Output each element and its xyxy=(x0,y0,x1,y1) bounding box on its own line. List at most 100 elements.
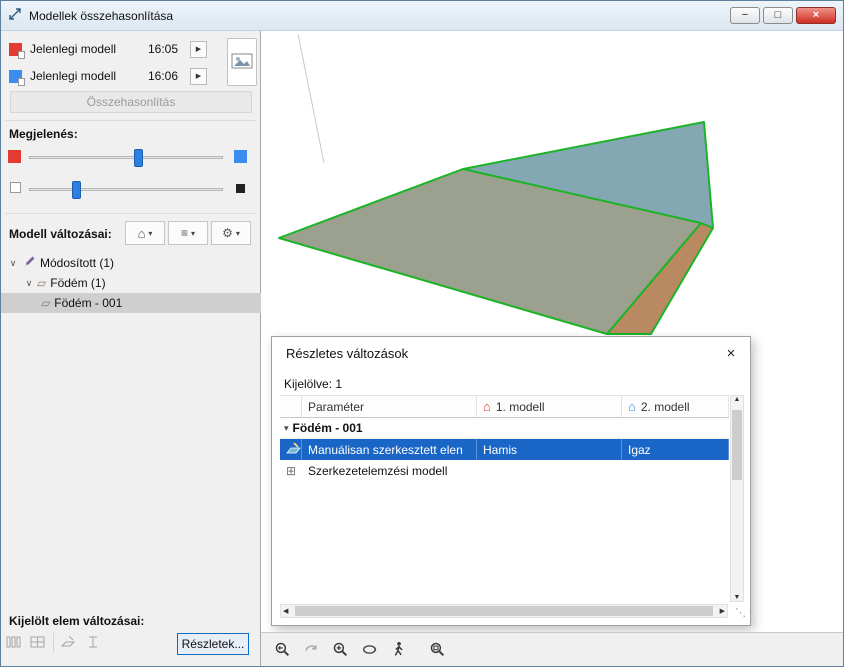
model2-name: Jelenlegi modell xyxy=(30,69,117,83)
slab-edit-icon xyxy=(286,441,301,458)
previous-zoom-button[interactable] xyxy=(269,637,295,663)
model2-cell: Igaz xyxy=(622,439,729,460)
expander-icon[interactable]: ∨ xyxy=(7,258,19,269)
solid-icon xyxy=(236,184,245,193)
play-icon: ▶ xyxy=(195,73,202,80)
3d-viewport[interactable]: Részletes változások × Kijelölve: 1 Para… xyxy=(261,31,843,666)
model1-time: 16:05 xyxy=(148,42,179,56)
tree-item-slab-001[interactable]: ▱ Födém - 001 xyxy=(1,293,261,313)
scroll-up-icon[interactable]: ▲ xyxy=(734,396,741,403)
table-icon[interactable] xyxy=(29,634,47,653)
changes-toolbar: ⌂ ▾ ≡ ▾ ⚙ ▾ xyxy=(125,221,251,245)
model2-color-icon xyxy=(9,69,25,86)
model-row-1[interactable]: Jelenlegi modell 16:05 ▶ xyxy=(1,36,207,62)
walk-button[interactable] xyxy=(385,637,411,663)
model2-cell xyxy=(622,460,729,481)
model-compare-window: Modellek összehasonlítása − □ × Jelenleg… xyxy=(0,0,844,667)
divider xyxy=(53,633,54,653)
color-balance-slider[interactable] xyxy=(29,149,223,167)
transparency-slider[interactable] xyxy=(29,181,223,199)
slab-edit-icon[interactable] xyxy=(60,634,78,653)
maximize-button[interactable]: □ xyxy=(763,7,793,24)
divider xyxy=(5,120,256,121)
model-row-2[interactable]: Jelenlegi modell 16:06 ▶ xyxy=(1,63,207,89)
blue-model-icon xyxy=(234,150,247,163)
header-model1[interactable]: ⌂ 1. modell xyxy=(477,396,622,417)
tree-label: Födém (1) xyxy=(50,276,106,290)
header-model2-label: 2. modell xyxy=(640,399,690,414)
detailed-changes-panel: Részletes változások × Kijelölve: 1 Para… xyxy=(271,336,751,626)
tree-label: Födém - 001 xyxy=(54,296,123,310)
fit-to-window-button[interactable] xyxy=(424,637,450,663)
horizontal-scroll-thumb[interactable] xyxy=(295,606,713,616)
selected-count: Kijelölve: 1 xyxy=(284,377,343,391)
vertical-scroll-thumb[interactable] xyxy=(732,410,742,480)
walk-person-icon xyxy=(394,641,403,656)
compare-button[interactable]: Összehasonlítás xyxy=(10,91,252,113)
group-row-slab-001[interactable]: ▾ Födém - 001 xyxy=(280,418,729,439)
color-balance-slider-row xyxy=(1,147,261,167)
sidebar: Jelenlegi modell 16:05 ▶ Jelenlegi model… xyxy=(1,31,261,666)
chevron-down-icon: ▾ xyxy=(148,228,153,238)
selected-element-label: Kijelölt elem változásai: xyxy=(9,614,145,628)
zoom-forward-icon xyxy=(304,645,316,651)
header-model2[interactable]: ⌂ 2. modell xyxy=(622,396,729,417)
blue-house-icon: ⌂ xyxy=(628,399,636,414)
collapse-icon[interactable]: ▾ xyxy=(284,423,289,434)
tree-item-slab-group[interactable]: ∨ ▱ Födém (1) xyxy=(1,273,261,293)
scroll-left-icon[interactable]: ◀ xyxy=(283,607,288,615)
table-row[interactable]: Manuálisan szerkesztett elen Hamis Igaz xyxy=(280,439,729,460)
zoom-in-icon xyxy=(333,642,347,657)
chevron-down-icon: ▾ xyxy=(235,228,240,238)
list-icon: ≡ xyxy=(180,226,188,240)
pencil-icon xyxy=(23,255,36,271)
element-changes-toolbar xyxy=(5,633,102,653)
param-cell: Manuálisan szerkesztett elen xyxy=(302,439,477,460)
row-icon-cell xyxy=(280,439,302,460)
divider xyxy=(5,213,256,214)
next-zoom-button[interactable] xyxy=(298,637,324,663)
horizontal-scrollbar[interactable]: ◀ ▶ xyxy=(280,604,728,618)
gear-icon: ⚙ xyxy=(222,226,233,240)
house-icon: ⌂ xyxy=(137,225,146,241)
transparent-icon xyxy=(10,182,21,193)
view-toolbar xyxy=(261,632,843,666)
close-panel-button[interactable]: × xyxy=(720,342,742,364)
transparency-handle[interactable] xyxy=(72,181,82,199)
scroll-down-icon[interactable]: ▼ xyxy=(734,594,741,601)
appearance-label: Megjelenés: xyxy=(9,127,78,141)
play-icon: ▶ xyxy=(195,46,202,53)
orbit-icon xyxy=(362,645,376,654)
list-options-button[interactable]: ≡ ▾ xyxy=(168,221,208,245)
row-icon-cell: ⊞ xyxy=(280,460,302,481)
tree-item-modified[interactable]: ∨ Módosított (1) xyxy=(1,253,261,273)
construction-line xyxy=(297,33,325,164)
model2-menu-button[interactable]: ▶ xyxy=(190,67,207,85)
details-button[interactable]: Részletek... xyxy=(177,633,249,655)
element-filter-button[interactable]: ⌂ ▾ xyxy=(125,221,165,245)
close-button[interactable]: × xyxy=(796,7,836,24)
minimize-button[interactable]: − xyxy=(730,7,760,24)
color-balance-handle[interactable] xyxy=(133,149,143,167)
model1-color-icon xyxy=(9,42,25,59)
header-parameter[interactable]: Paraméter xyxy=(302,396,477,417)
columns-icon[interactable] xyxy=(5,634,23,653)
model1-menu-button[interactable]: ▶ xyxy=(190,40,207,58)
model-changes-label: Modell változásai: xyxy=(9,227,112,241)
resize-grip[interactable]: ⋱ xyxy=(735,606,746,619)
table-row[interactable]: ⊞ Szerkezetelemzési modell xyxy=(280,460,729,481)
structural-model-icon: ⊞ xyxy=(286,463,297,478)
scroll-right-icon[interactable]: ▶ xyxy=(720,607,725,615)
slab-icon: ▱ xyxy=(41,296,51,310)
titlebar[interactable]: Modellek összehasonlítása − □ × xyxy=(1,1,843,31)
expander-icon[interactable]: ∨ xyxy=(23,278,35,289)
settings-button[interactable]: ⚙ ▾ xyxy=(211,221,251,245)
chevron-down-icon: ▾ xyxy=(191,228,196,238)
snapshot-button[interactable] xyxy=(227,38,257,86)
orbit-button[interactable] xyxy=(356,637,382,663)
frame-icon[interactable] xyxy=(84,634,102,653)
zoom-in-button[interactable] xyxy=(327,637,353,663)
table-header: Paraméter ⌂ 1. modell ⌂ 2. modell xyxy=(280,396,729,418)
vertical-scrollbar[interactable]: ▲ ▼ xyxy=(730,395,744,602)
model1-cell xyxy=(477,460,622,481)
